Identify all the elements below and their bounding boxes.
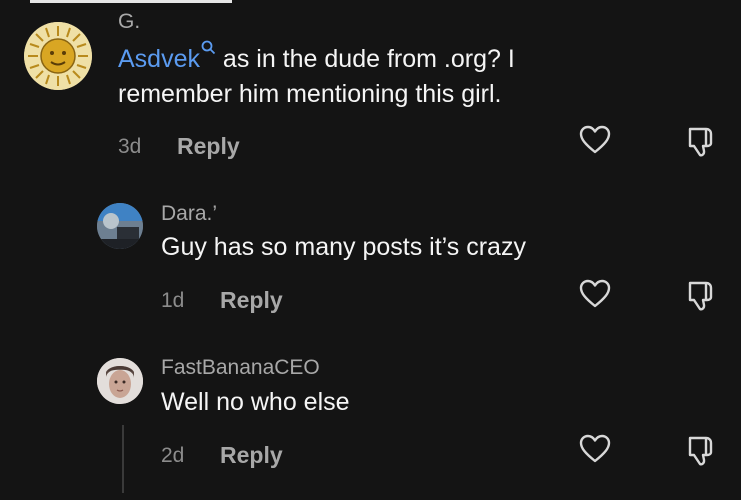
comment-text-body: as in the dude from .org? I (215, 45, 515, 73)
search-icon (201, 40, 216, 55)
thumbs-down-icon[interactable] (684, 124, 718, 158)
reply-button[interactable]: Reply (220, 442, 283, 469)
comment-timestamp: 2d (161, 444, 185, 467)
avatar[interactable] (97, 358, 143, 404)
scroll-indicator (30, 0, 232, 3)
reply-button[interactable]: Reply (220, 287, 283, 314)
thumbs-down-icon[interactable] (684, 278, 718, 312)
comment-username[interactable]: Dara.’ (161, 202, 217, 226)
heart-outline-icon[interactable] (578, 432, 612, 466)
avatar[interactable] (97, 203, 143, 249)
heart-outline-icon[interactable] (578, 277, 612, 311)
avatar[interactable] (24, 22, 92, 90)
thread-connector-line (122, 425, 124, 493)
comment-timestamp: 3d (118, 135, 142, 158)
comment-timestamp: 1d (161, 289, 185, 312)
comment-username[interactable]: G. (118, 10, 140, 34)
mention-link[interactable]: Asdvek (118, 45, 200, 73)
comment-text-line2: remember him mentioning this girl. (118, 80, 502, 108)
sun-emblem-icon (24, 22, 92, 90)
reply-button[interactable]: Reply (177, 133, 240, 160)
comment-text: Guy has so many posts it’s crazy (161, 233, 526, 261)
avatar-photo-icon (97, 203, 143, 249)
thumbs-down-icon[interactable] (684, 433, 718, 467)
comment-username[interactable]: FastBananaCEO (161, 356, 320, 380)
avatar-photo-icon (97, 358, 143, 404)
comment-text: Asdvek as in the dude from .org? I (118, 40, 515, 76)
heart-outline-icon[interactable] (578, 123, 612, 157)
comment-text: Well no who else (161, 388, 350, 416)
